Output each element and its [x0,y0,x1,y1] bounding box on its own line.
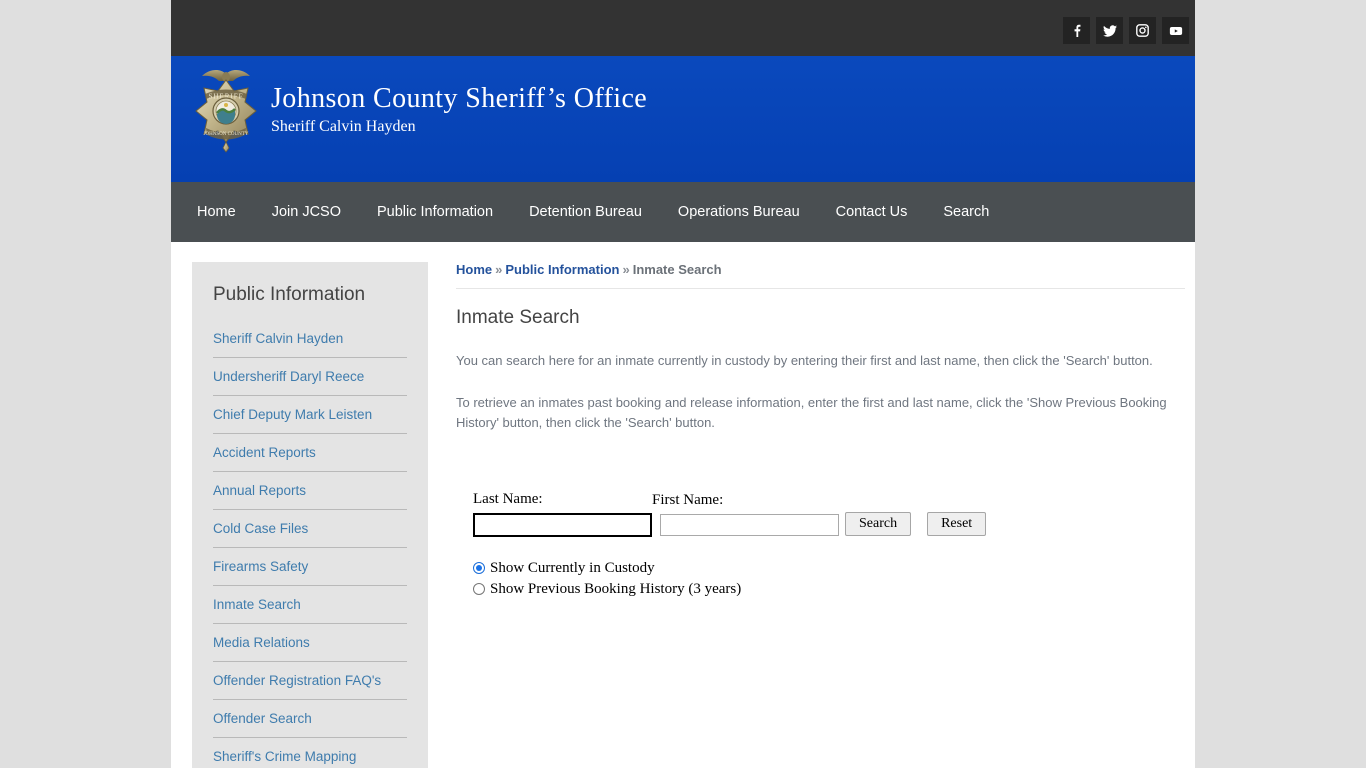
sidebar-item-offender-search[interactable]: Offender Search [213,700,407,738]
site-subtitle: Sheriff Calvin Hayden [271,118,416,135]
custody-filter-options: Show Currently in Custody Show Previous … [473,558,1185,599]
sidebar-item-offender-registration-faqs[interactable]: Offender Registration FAQ's [213,662,407,700]
breadcrumb-current: Inmate Search [632,262,722,277]
site-header-banner: SHERIFF JOHNSON COUNTY Johnson County Sh… [171,56,1195,182]
nav-item-contact-us[interactable]: Contact Us [818,182,926,242]
nav-item-home[interactable]: Home [179,182,254,242]
body-area: Public Information Sheriff Calvin Hayden… [171,242,1195,768]
first-name-label: First Name: [652,492,724,508]
radio-currently-in-custody[interactable] [473,562,485,574]
nav-item-operations-bureau[interactable]: Operations Bureau [660,182,818,242]
nav-item-public-information[interactable]: Public Information [359,182,511,242]
inmate-search-form: Last Name: First Name: Search Reset Show… [473,491,1185,599]
sidebar-item-firearms-safety[interactable]: Firearms Safety [213,548,407,586]
last-name-input[interactable] [473,513,652,537]
reset-button[interactable]: Reset [927,512,987,536]
sidebar: Public Information Sheriff Calvin Hayden… [192,262,428,768]
nav-item-join-jcso[interactable]: Join JCSO [254,182,359,242]
facebook-icon[interactable] [1063,17,1090,44]
breadcrumb: Home» Public Information» Inmate Search [456,262,1185,289]
sidebar-item-media-relations[interactable]: Media Relations [213,624,407,662]
sidebar-title: Public Information [213,284,366,305]
sidebar-item-cold-case-files[interactable]: Cold Case Files [213,510,407,548]
sidebar-item-chief-deputy-mark-leisten[interactable]: Chief Deputy Mark Leisten [213,396,407,434]
svg-text:JOHNSON COUNTY: JOHNSON COUNTY [204,132,249,137]
social-links [1063,17,1189,44]
radio-previous-booking-history[interactable] [473,583,485,595]
last-name-label: Last Name: [473,491,543,507]
option-label-currently-in-custody: Show Currently in Custody [490,560,655,576]
intro-paragraph-1: You can search here for an inmate curren… [456,353,1153,368]
sidebar-item-sheriffs-crime-mapping[interactable]: Sheriff's Crime Mapping [213,738,407,768]
nav-item-detention-bureau[interactable]: Detention Bureau [511,182,660,242]
site-container: SHERIFF JOHNSON COUNTY Johnson County Sh… [171,0,1195,768]
name-fields-row: Last Name: First Name: Search Reset [473,491,1185,537]
breadcrumb-separator-1: » [495,262,503,277]
main-content: Home» Public Information» Inmate Search In… [456,262,1185,768]
breadcrumb-home[interactable]: Home [456,262,492,277]
first-name-field-group: First Name: [652,492,839,537]
top-social-bar [171,0,1195,56]
sidebar-item-inmate-search[interactable]: Inmate Search [213,586,407,624]
sheriff-badge-icon: SHERIFF JOHNSON COUNTY [193,64,259,170]
twitter-icon[interactable] [1096,17,1123,44]
breadcrumb-separator-2: » [622,262,630,277]
instagram-icon[interactable] [1129,17,1156,44]
search-button[interactable]: Search [845,512,912,536]
first-name-input[interactable] [660,514,839,536]
nav-item-search[interactable]: Search [925,182,1007,242]
intro-paragraph-2: To retrieve an inmates past booking and … [456,395,1167,430]
sidebar-item-accident-reports[interactable]: Accident Reports [213,434,407,472]
option-label-previous-booking-history: Show Previous Booking History (3 years) [490,581,742,597]
sidebar-item-sheriff-calvin-hayden[interactable]: Sheriff Calvin Hayden [213,320,407,358]
option-show-currently-in-custody[interactable]: Show Currently in Custody [473,558,1185,578]
youtube-icon[interactable] [1162,17,1189,44]
main-navigation: Home Join JCSO Public Information Detent… [171,182,1195,242]
sidebar-item-annual-reports[interactable]: Annual Reports [213,472,407,510]
site-branding: Johnson County Sheriff’s Office Sheriff … [271,83,647,137]
sidebar-link-list: Sheriff Calvin Hayden Undersheriff Daryl… [192,320,428,768]
breadcrumb-public-information[interactable]: Public Information [505,262,619,277]
page-root: SHERIFF JOHNSON COUNTY Johnson County Sh… [0,0,1366,768]
last-name-field-group: Last Name: [473,491,652,537]
option-show-previous-booking-history[interactable]: Show Previous Booking History (3 years) [473,579,1185,599]
page-title: Inmate Search [456,307,580,328]
site-title: Johnson County Sheriff’s Office [271,83,648,114]
sidebar-item-undersheriff-daryl-reece[interactable]: Undersheriff Daryl Reece [213,358,407,396]
